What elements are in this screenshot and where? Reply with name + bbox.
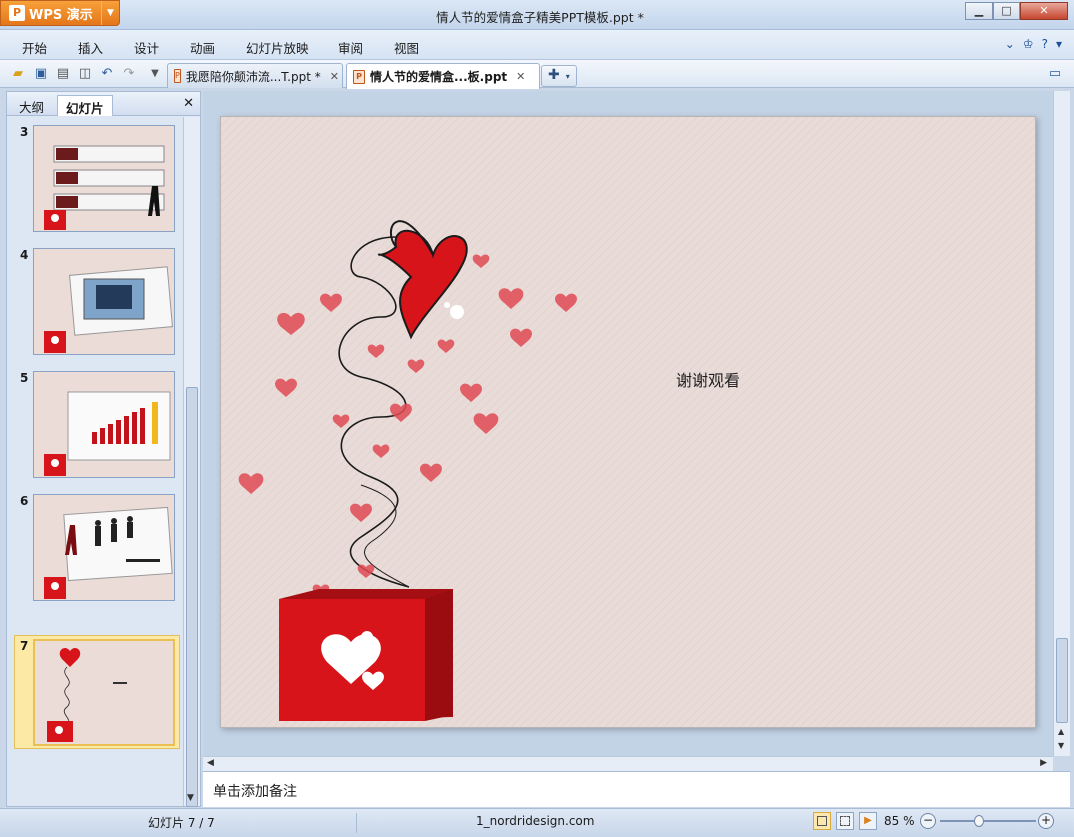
plus-icon: ✚ (548, 67, 560, 83)
close-tab-icon[interactable]: ✕ (516, 70, 525, 83)
zoom-in-button[interactable]: + (1038, 813, 1054, 829)
zoom-slider-handle[interactable] (974, 815, 984, 827)
dropdown-icon[interactable]: ▾ (1056, 37, 1062, 51)
window-title: 情人节的爱情盒子精美PPT模板.ppt * (436, 10, 644, 25)
tab-outline[interactable]: 大纲 (11, 95, 52, 116)
shirt-skin-icon[interactable]: ♔ (1023, 37, 1034, 51)
slide-thumbnail-3[interactable] (33, 125, 175, 232)
template-name: 1_nordridesign.com (476, 814, 595, 828)
restore-panel-icon[interactable]: ▭ (1047, 66, 1063, 82)
slide-thumbnail-6[interactable] (33, 494, 175, 601)
menu-insert[interactable]: 插入 (78, 38, 103, 57)
chevron-down-icon[interactable]: ▼ (101, 1, 119, 25)
thumb-number: 3 (20, 125, 29, 139)
save-icon[interactable]: ▣ (33, 66, 49, 82)
app-menu-button[interactable]: P WPS 演示 ▼ (0, 0, 120, 26)
thumb-graphic (44, 506, 173, 599)
zoom-out-button[interactable]: − (920, 813, 936, 829)
undo-icon[interactable]: ↶ (99, 66, 115, 82)
scroll-left-icon[interactable]: ◀ (207, 758, 214, 768)
tab-document-1[interactable]: P 我愿陪你颠沛流...T.ppt * ✕ (167, 63, 343, 88)
redo-icon[interactable]: ↷ (121, 66, 137, 82)
tab-document-2[interactable]: P 情人节的爱情盒...板.ppt ✕ (346, 63, 540, 89)
close-icon: ✕ (1039, 4, 1049, 17)
scroll-down-icon[interactable]: ▼ (187, 793, 194, 803)
notes-pane[interactable]: 单击添加备注 (203, 771, 1070, 807)
slide-sorter-button[interactable] (836, 812, 854, 830)
thumb-graphic (44, 266, 173, 353)
help-icon[interactable]: ? (1042, 37, 1048, 51)
menu-design[interactable]: 设计 (134, 38, 159, 57)
slide-vertical-scrollbar[interactable]: ▲ ▼ (1053, 91, 1070, 756)
title-bar: P WPS 演示 ▼ 情人节的爱情盒子精美PPT模板.ppt * ▁ □ ✕ (0, 0, 1074, 30)
thumb-graphic (44, 145, 165, 230)
normal-view-icon (817, 816, 827, 826)
scroll-thumb[interactable] (1056, 638, 1068, 723)
grid-view-icon (840, 816, 850, 826)
app-name: WPS 演示 (29, 7, 93, 23)
plus-icon: + (1040, 813, 1052, 827)
slides-panel: 大纲 幻灯片 ✕ 3 4 5 6 7 ▼ (6, 91, 201, 807)
print-icon[interactable]: ▤ (55, 66, 71, 82)
slide-counter: 幻灯片 7 / 7 (148, 816, 215, 830)
minus-icon: − (922, 813, 934, 827)
menu-review[interactable]: 审阅 (338, 38, 363, 57)
scroll-thumb[interactable] (186, 387, 198, 807)
menu-animation[interactable]: 动画 (190, 38, 215, 57)
menu-view[interactable]: 视图 (394, 38, 419, 57)
thumb-number: 6 (20, 494, 29, 508)
close-panel-icon[interactable]: ✕ (183, 96, 194, 111)
open-folder-icon[interactable]: ▰ (10, 66, 26, 82)
status-divider (356, 813, 357, 833)
maximize-button[interactable]: □ (993, 2, 1020, 20)
thumb-number: 4 (20, 248, 29, 262)
close-tab-icon[interactable]: ✕ (330, 70, 339, 83)
scroll-up-icon[interactable]: ▲ (1058, 727, 1064, 736)
menu-right-tools: ⌄ ♔ ? ▾ (1005, 37, 1062, 51)
quick-toolbar: ▰ ▣ ▤ ◫ ↶ ↷ ▼ P 我愿陪你颠沛流...T.ppt * ✕ P 情人… (0, 60, 1074, 89)
thumb-graphic (44, 391, 171, 476)
minimize-icon: ▁ (974, 4, 984, 17)
tab-label: 我愿陪你颠沛流...T.ppt * (185, 69, 321, 84)
chevron-down-icon: ▾ (565, 72, 570, 81)
slide-thank-you-text[interactable]: 谢谢观看 (676, 367, 740, 391)
love-box-illustration (221, 117, 1035, 727)
close-window-button[interactable]: ✕ (1020, 2, 1068, 20)
notes-placeholder: 单击添加备注 (213, 784, 297, 800)
ppt-file-icon: P (174, 69, 181, 83)
wps-logo-icon: P (9, 5, 25, 21)
slideshow-button[interactable]: ▶ (859, 812, 877, 830)
zoom-slider-track[interactable] (940, 820, 1036, 822)
slide-thumbnail-7[interactable] (33, 639, 175, 746)
normal-view-button[interactable] (813, 812, 831, 830)
print-preview-icon[interactable]: ◫ (77, 66, 93, 82)
thumbnail-list: 3 4 5 6 7 (7, 117, 183, 807)
thumb-number: 5 (20, 371, 29, 385)
play-icon: ▶ (864, 815, 872, 826)
tab-slides[interactable]: 幻灯片 (57, 95, 113, 116)
zoom-level: 85 % (884, 814, 915, 828)
chevron-down-icon[interactable]: ⌄ (1005, 37, 1015, 51)
slide-thumbnail-5[interactable] (33, 371, 175, 478)
slide-canvas[interactable]: 谢谢观看 (220, 116, 1036, 728)
scroll-right-icon[interactable]: ▶ (1040, 758, 1047, 768)
maximize-icon: □ (1001, 4, 1012, 17)
thumb-number: 7 (20, 639, 29, 653)
status-bar: 幻灯片 7 / 7 1_nordridesign.com ▶ 85 % − + (0, 808, 1074, 837)
slide-thumbnail-4[interactable] (33, 248, 175, 355)
menu-bar: 开始 插入 设计 动画 幻灯片放映 审阅 视图 ⌄ ♔ ? ▾ (0, 30, 1074, 60)
new-tab-button[interactable]: ✚ ▾ (541, 65, 577, 87)
panel-tab-bar: 大纲 幻灯片 ✕ (7, 92, 200, 116)
slide-horizontal-scrollbar[interactable]: ◀ ▶ (203, 756, 1053, 771)
ppt-file-icon: P (353, 69, 365, 84)
thumbnail-scrollbar[interactable]: ▼ (183, 117, 200, 807)
menu-home[interactable]: 开始 (22, 38, 47, 57)
thumb-graphic (47, 648, 127, 742)
customize-toolbar-icon[interactable]: ▼ (147, 66, 163, 82)
tab-label: 情人节的爱情盒...板.ppt (370, 70, 508, 84)
scroll-down-icon[interactable]: ▼ (1058, 741, 1064, 750)
menu-slideshow[interactable]: 幻灯片放映 (246, 38, 309, 57)
minimize-button[interactable]: ▁ (965, 2, 993, 20)
